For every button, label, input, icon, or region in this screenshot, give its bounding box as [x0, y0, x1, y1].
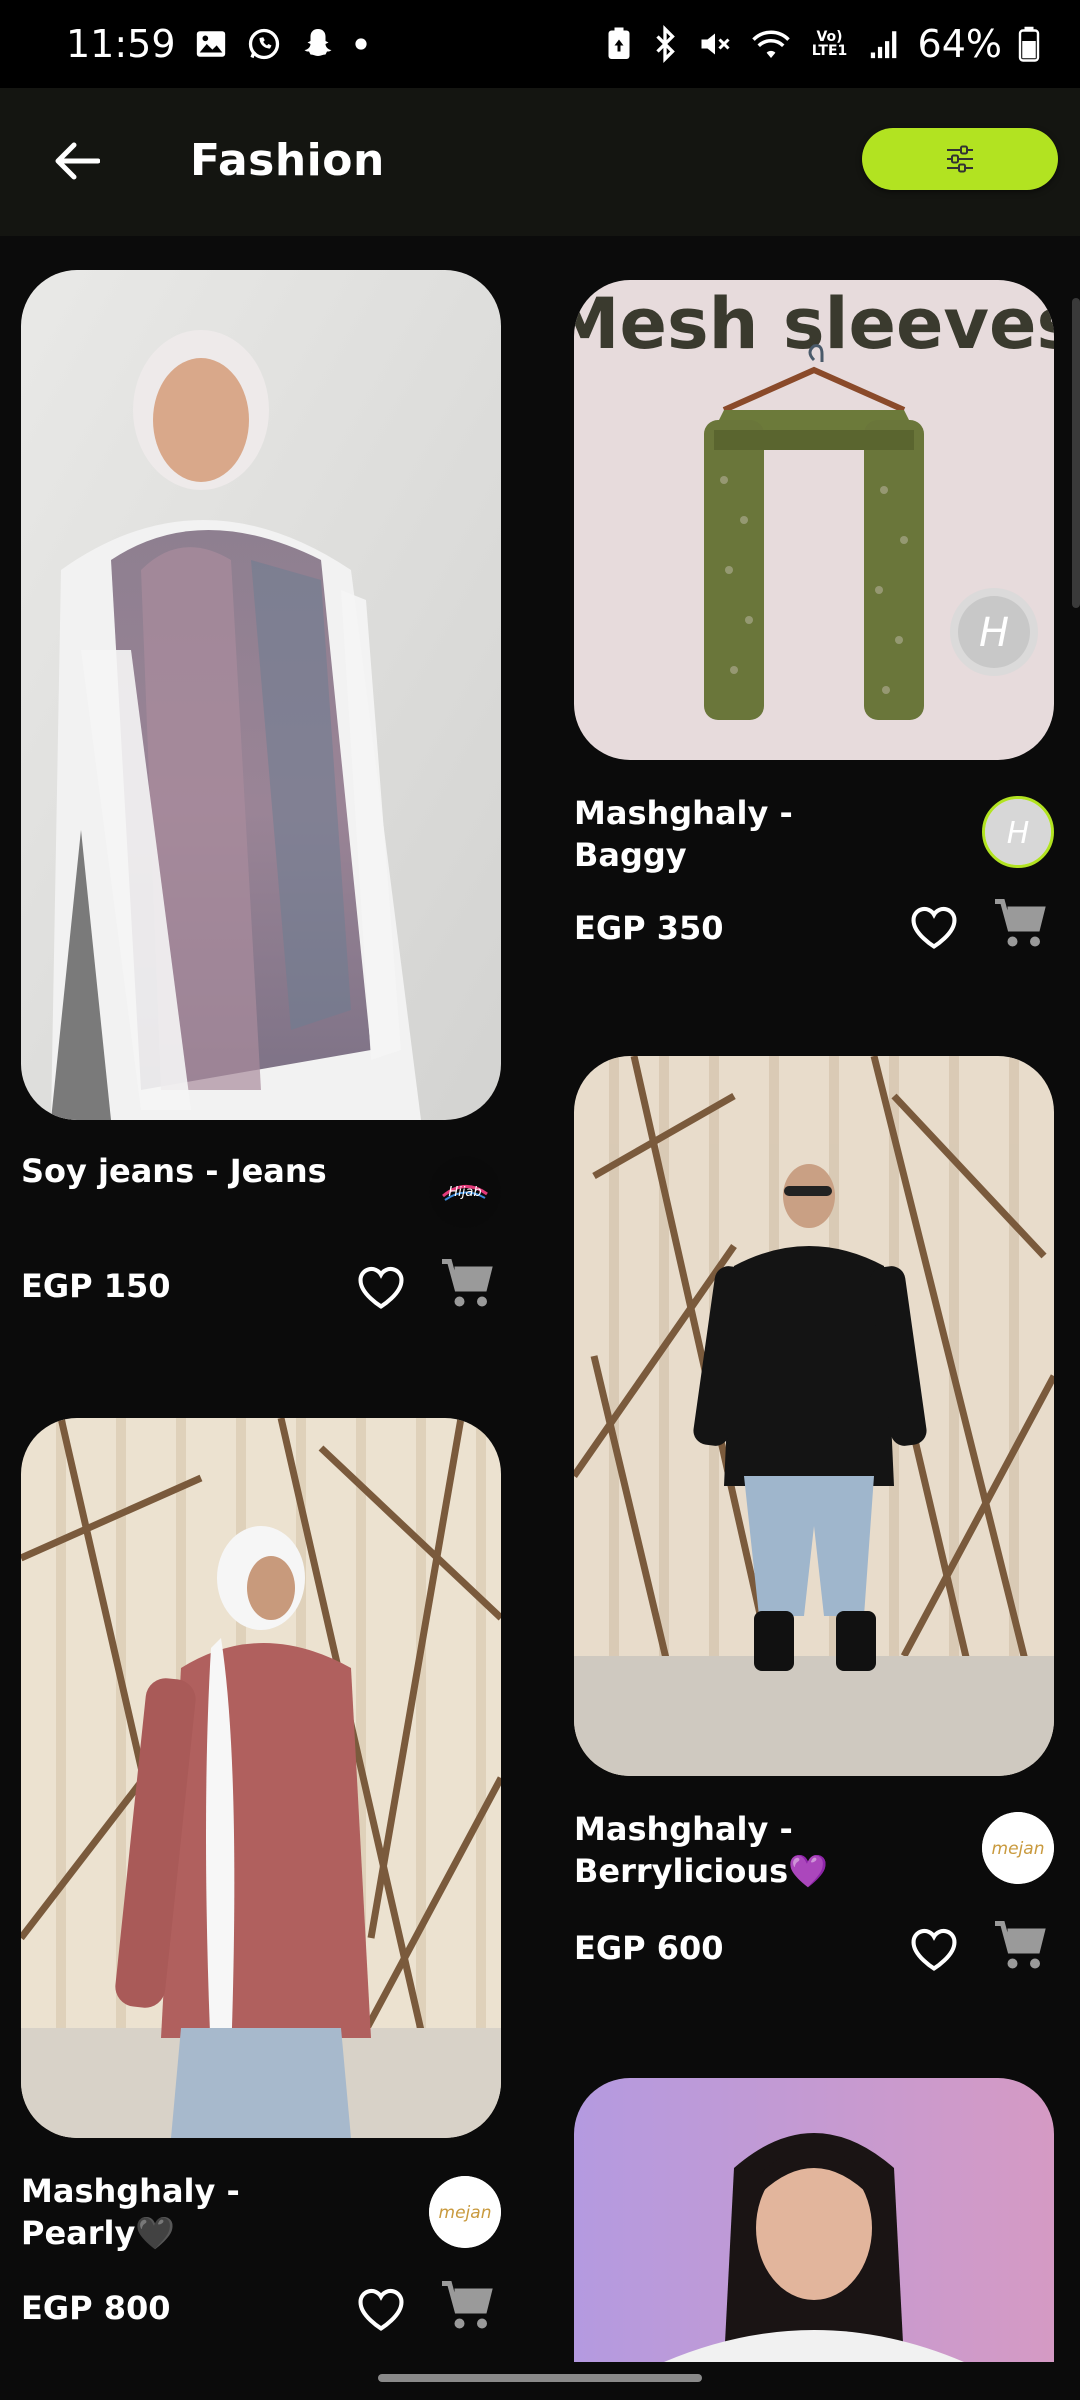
cart-icon	[442, 1259, 493, 1307]
product-image[interactable]	[574, 1056, 1054, 1776]
brand-logo-text: mejan	[992, 1839, 1045, 1859]
favorite-button[interactable]	[351, 1256, 411, 1316]
heart-icon	[358, 2288, 404, 2331]
product-name[interactable]: Mashghaly - Berrylicious💜	[574, 1808, 844, 1892]
heart-icon	[358, 1266, 404, 1309]
product-name[interactable]: Soy jeans - Jeans	[21, 1150, 381, 1192]
cart-icon	[995, 899, 1046, 947]
add-to-cart-button[interactable]	[437, 1254, 497, 1314]
product-card[interactable]: Mashghaly - Berrylicious💜 mejan EGP 600	[574, 1056, 1054, 1976]
add-to-cart-button[interactable]	[437, 2276, 497, 2336]
brand-logo[interactable]: Hijab	[429, 1156, 501, 1228]
image-caption: Mesh sleeves	[574, 283, 1054, 365]
wifi-icon	[750, 26, 792, 62]
status-time: 11:59	[66, 22, 176, 66]
scrollbar[interactable]	[1072, 298, 1080, 608]
product-image[interactable]	[574, 2078, 1054, 2362]
battery-icon	[1018, 26, 1040, 62]
product-card[interactable]	[574, 2078, 1054, 2362]
favorite-button[interactable]	[351, 2278, 411, 2338]
status-bar: 11:59 Vo) LTE1 64%	[0, 0, 1080, 88]
product-price: EGP 350	[574, 909, 724, 947]
battery-percent: 64%	[917, 22, 1002, 66]
product-price: EGP 150	[21, 1267, 171, 1305]
gallery-icon	[194, 27, 228, 61]
whatsapp-icon	[246, 26, 282, 62]
product-card[interactable]: Mesh sleeves H Mashghaly - Baggy H EGP 3…	[574, 280, 1054, 980]
arrow-left-icon	[55, 142, 100, 180]
status-right: Vo) LTE1 64%	[604, 22, 1040, 66]
signal-icon	[868, 27, 902, 61]
image-logo-text: H	[979, 610, 1009, 656]
brand-logo-text: Hijab	[448, 1185, 481, 1200]
heart-icon	[911, 1928, 957, 1971]
bluetooth-icon	[650, 25, 680, 63]
app-bar: Fashion	[0, 88, 1080, 236]
product-name[interactable]: Mashghaly - Pearly🖤	[21, 2170, 251, 2254]
product-name[interactable]: Mashghaly - Baggy	[574, 792, 814, 876]
home-indicator[interactable]	[378, 2374, 702, 2382]
mute-icon	[696, 26, 734, 62]
lte-label: Vo) LTE1	[811, 29, 848, 59]
product-card[interactable]: Soy jeans - Jeans Hijab EGP 150	[21, 270, 501, 1320]
dot-icon	[354, 37, 368, 51]
brand-logo-text: mejan	[439, 2203, 492, 2223]
heart-icon	[911, 906, 957, 949]
product-card[interactable]: Mashghaly - Pearly🖤 mejan EGP 800	[21, 1418, 501, 2348]
add-to-cart-button[interactable]	[990, 1916, 1050, 1976]
brand-logo[interactable]: mejan	[429, 2176, 501, 2248]
sliders-icon	[947, 145, 973, 173]
filter-button[interactable]	[862, 128, 1058, 190]
cart-icon	[442, 2281, 493, 2329]
product-image[interactable]	[21, 1418, 501, 2138]
cart-icon	[995, 1921, 1046, 1969]
page-title: Fashion	[190, 135, 385, 186]
back-button[interactable]	[44, 128, 110, 194]
product-image[interactable]	[21, 270, 501, 1120]
brand-logo[interactable]: mejan	[982, 1812, 1054, 1884]
brand-logo[interactable]: H	[982, 796, 1054, 868]
favorite-button[interactable]	[904, 1918, 964, 1978]
battery-saver-icon	[604, 26, 634, 62]
favorite-button[interactable]	[904, 896, 964, 956]
product-price: EGP 600	[574, 1929, 724, 1967]
product-price: EGP 800	[21, 2289, 171, 2327]
snapchat-icon	[300, 26, 336, 62]
product-image[interactable]: Mesh sleeves H	[574, 280, 1054, 760]
status-left: 11:59	[66, 22, 604, 66]
add-to-cart-button[interactable]	[990, 894, 1050, 954]
brand-logo-text: H	[1007, 816, 1030, 851]
